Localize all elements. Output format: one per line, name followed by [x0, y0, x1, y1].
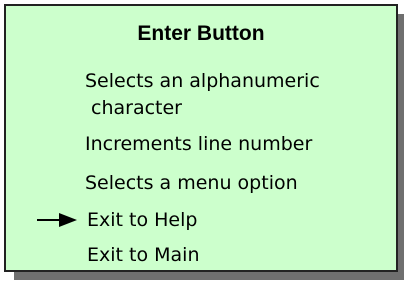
- item-selects-alphanumeric: Selects an alphanumeric: [85, 70, 320, 92]
- item-selects-menu-option: Selects a menu option: [85, 172, 298, 194]
- arrow-right-icon: [37, 213, 77, 227]
- item-exit-to-main[interactable]: Exit to Main: [87, 243, 200, 267]
- card-title: Enter Button: [137, 22, 265, 45]
- item-increments-line-number: Increments line number: [85, 133, 313, 155]
- item-exit-to-help[interactable]: Exit to Help: [87, 208, 197, 232]
- enter-button-help-card: Enter Button Selects an alphanumeric cha…: [4, 4, 398, 272]
- item-character: character: [91, 97, 182, 119]
